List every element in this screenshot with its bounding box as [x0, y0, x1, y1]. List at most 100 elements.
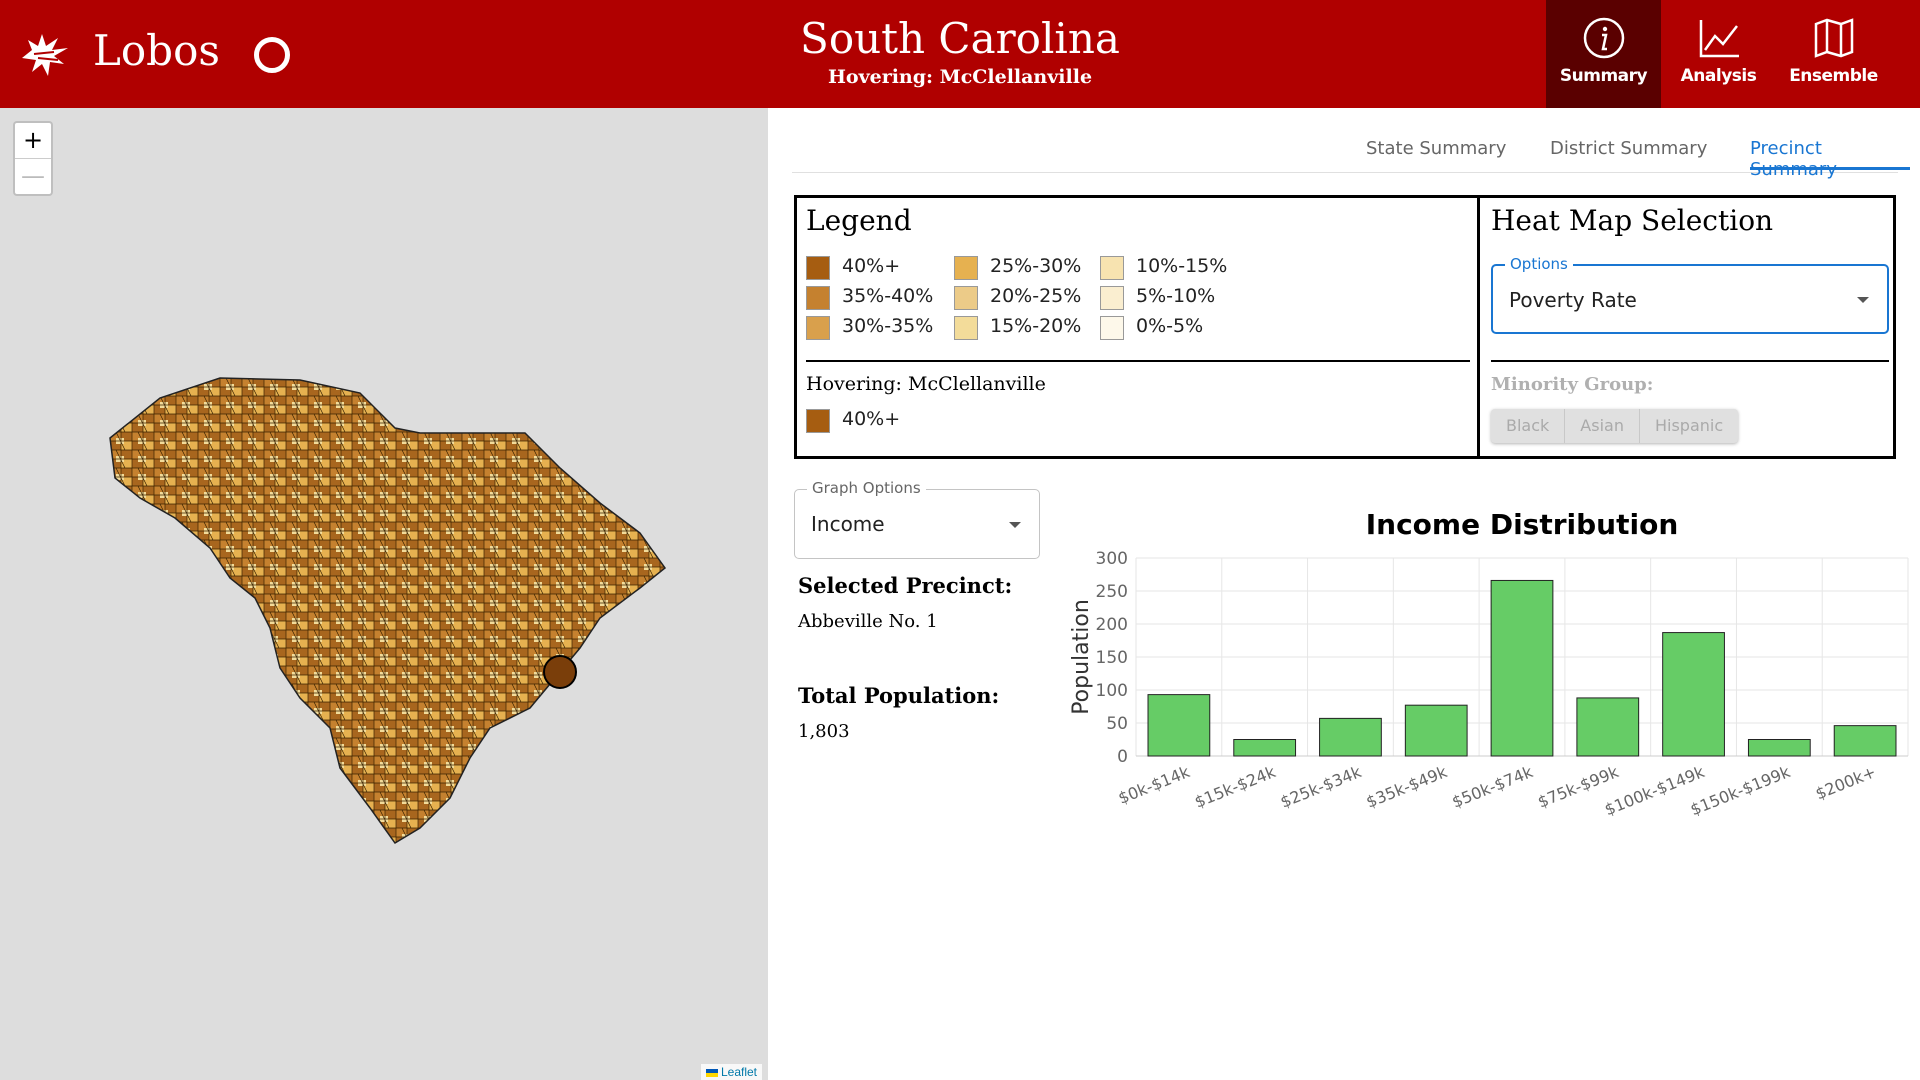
income-bar — [1576, 697, 1640, 757]
x-tick-label: $200k+ — [1813, 762, 1879, 803]
page-title-block: South Carolina Hovering: McClellanville — [760, 14, 1160, 88]
x-tick-label: $35k-$49k — [1363, 762, 1450, 812]
nav-analysis-button[interactable]: Analysis — [1661, 0, 1776, 108]
state-outline — [109, 377, 667, 844]
line-chart-icon — [1699, 20, 1739, 58]
income-bar — [1233, 739, 1297, 757]
graph-options-label: Graph Options — [807, 479, 926, 497]
legend-swatch — [954, 256, 978, 280]
x-tick-label: $25k-$34k — [1278, 762, 1365, 812]
income-bar — [1147, 694, 1211, 757]
x-tick-label: $150k-$199k — [1688, 762, 1794, 820]
y-tick-label: 200 — [1096, 615, 1128, 635]
income-bar — [1490, 579, 1554, 757]
nav-ensemble-button[interactable]: Ensemble — [1776, 0, 1891, 108]
selected-precinct-value: Abbeville No. 1 — [798, 611, 938, 632]
legend-label: 40%+ — [842, 255, 901, 277]
income-bar — [1404, 704, 1468, 757]
tab-district-summary[interactable]: District Summary — [1550, 138, 1707, 159]
hovering-color-swatch — [806, 409, 830, 433]
app-header: Lobos South Carolina Hovering: McClellan… — [0, 0, 1920, 108]
legend-heatmap-panel: Legend Hovering: McClellanville 40%+ Hea… — [794, 195, 1896, 459]
legend-swatch — [954, 286, 978, 310]
map-icon — [1814, 18, 1854, 58]
legend-swatch — [1100, 316, 1124, 340]
wolf-logo-icon[interactable] — [18, 28, 72, 80]
legend-swatch — [806, 256, 830, 280]
hispanic-group-button[interactable]: Hispanic — [1640, 409, 1738, 443]
legend-swatch — [1100, 286, 1124, 310]
legend-swatch — [806, 286, 830, 310]
asian-group-button[interactable]: Asian — [1565, 409, 1640, 443]
legend-label: 20%-25% — [990, 285, 1082, 307]
legend-divider — [806, 360, 1470, 362]
loading-circle-icon — [254, 37, 290, 73]
y-tick-label: 0 — [1117, 747, 1128, 767]
south-carolina-precinct-map[interactable] — [0, 108, 768, 1080]
black-group-button[interactable]: Black — [1491, 409, 1566, 443]
tab-state-summary[interactable]: State Summary — [1366, 138, 1506, 159]
hovering-value-text: 40%+ — [842, 408, 901, 430]
legend-hovering-label: Hovering: McClellanville — [806, 373, 1046, 395]
active-tab-indicator — [1750, 167, 1910, 170]
legend-label: 0%-5% — [1136, 315, 1204, 337]
nav-summary-label: Summary — [1559, 66, 1648, 86]
chart-svg: Income Distribution Population 0 50 100 150 20… — [1069, 508, 1909, 820]
total-population-value: 1,803 — [798, 721, 850, 742]
y-tick-label: 300 — [1096, 549, 1128, 569]
heatmap-divider — [1491, 360, 1889, 362]
legend-label: 25%-30% — [990, 255, 1082, 277]
x-tick-label: $0k-$14k — [1116, 762, 1194, 808]
summary-pane: State Summary District Summary Precinct … — [768, 108, 1920, 1080]
nav-ensemble-label: Ensemble — [1789, 66, 1878, 86]
hovering-subtitle: Hovering: McClellanville — [827, 66, 1093, 88]
legend-label: 5%-10% — [1136, 285, 1216, 307]
legend-label: 10%-15% — [1136, 255, 1228, 277]
graph-options-selected: Income — [811, 512, 885, 536]
y-tick-label: 150 — [1096, 648, 1128, 668]
income-bar — [1319, 717, 1382, 757]
hovered-precinct-mcclellanville[interactable] — [543, 655, 577, 689]
map-attribution[interactable]: Leaflet — [700, 1064, 762, 1080]
heatmap-title: Heat Map Selection — [1491, 204, 1774, 237]
nav-analysis-label: Analysis — [1680, 66, 1757, 86]
tab-precinct-summary[interactable]: Precinct Summary — [1750, 138, 1898, 180]
map-pane[interactable]: + — Leaflet — [0, 108, 768, 1080]
ukraine-flag-icon — [705, 1068, 718, 1077]
nav-summary-button[interactable]: Summary — [1546, 0, 1661, 108]
selected-precinct-label: Selected Precinct: — [798, 573, 1013, 598]
heatmap-selected-value: Poverty Rate — [1509, 288, 1637, 312]
legend-title: Legend — [806, 204, 912, 237]
chevron-down-icon — [1857, 297, 1869, 303]
chevron-down-icon — [1009, 522, 1021, 528]
brand-name[interactable]: Lobos — [93, 26, 220, 75]
legend-swatch — [1100, 256, 1124, 280]
legend-swatch — [806, 316, 830, 340]
heatmap-options-select[interactable]: Options Poverty Rate — [1491, 255, 1889, 334]
y-axis-label: Population — [1069, 599, 1094, 715]
y-tick-label: 100 — [1096, 681, 1128, 701]
income-bar — [1747, 739, 1811, 757]
total-population-label: Total Population: — [798, 683, 1000, 708]
legend-label: 15%-20% — [990, 315, 1082, 337]
x-tick-label: $50k-$74k — [1449, 762, 1536, 812]
graph-options-select[interactable]: Graph Options Income — [794, 479, 1040, 559]
y-tick-label: 50 — [1106, 714, 1128, 734]
info-icon — [1583, 17, 1625, 59]
state-title: South Carolina — [800, 14, 1120, 63]
income-distribution-chart: Income Distribution Population 0 50 100 150 20… — [1040, 488, 1920, 1008]
leaflet-link[interactable]: Leaflet — [721, 1065, 757, 1079]
x-tick-label: $15k-$24k — [1192, 762, 1279, 812]
income-bar — [1662, 632, 1725, 757]
minority-group-buttons: Black Asian Hispanic — [1491, 409, 1739, 443]
legend-label: 30%-35% — [842, 315, 934, 337]
summary-tabs: State Summary District Summary Precinct … — [792, 108, 1910, 180]
minority-group-label: Minority Group: — [1491, 374, 1654, 395]
chart-title: Income Distribution — [1366, 508, 1679, 541]
y-tick-label: 250 — [1096, 582, 1128, 602]
panel-divider — [1477, 198, 1480, 456]
income-bar — [1833, 725, 1897, 757]
legend-swatch — [954, 316, 978, 340]
legend-label: 35%-40% — [842, 285, 934, 307]
heatmap-options-label: Options — [1505, 255, 1573, 273]
